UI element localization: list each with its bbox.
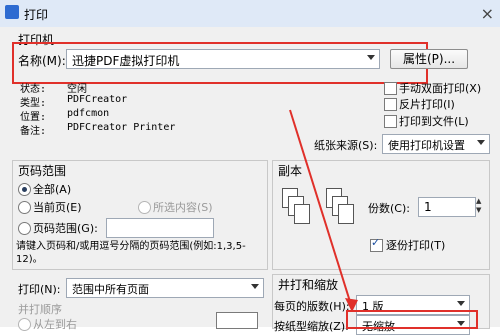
annotation-arrow-line [289, 109, 353, 309]
annotation-arrow-head [345, 298, 358, 312]
annotation-arrow [289, 109, 358, 312]
